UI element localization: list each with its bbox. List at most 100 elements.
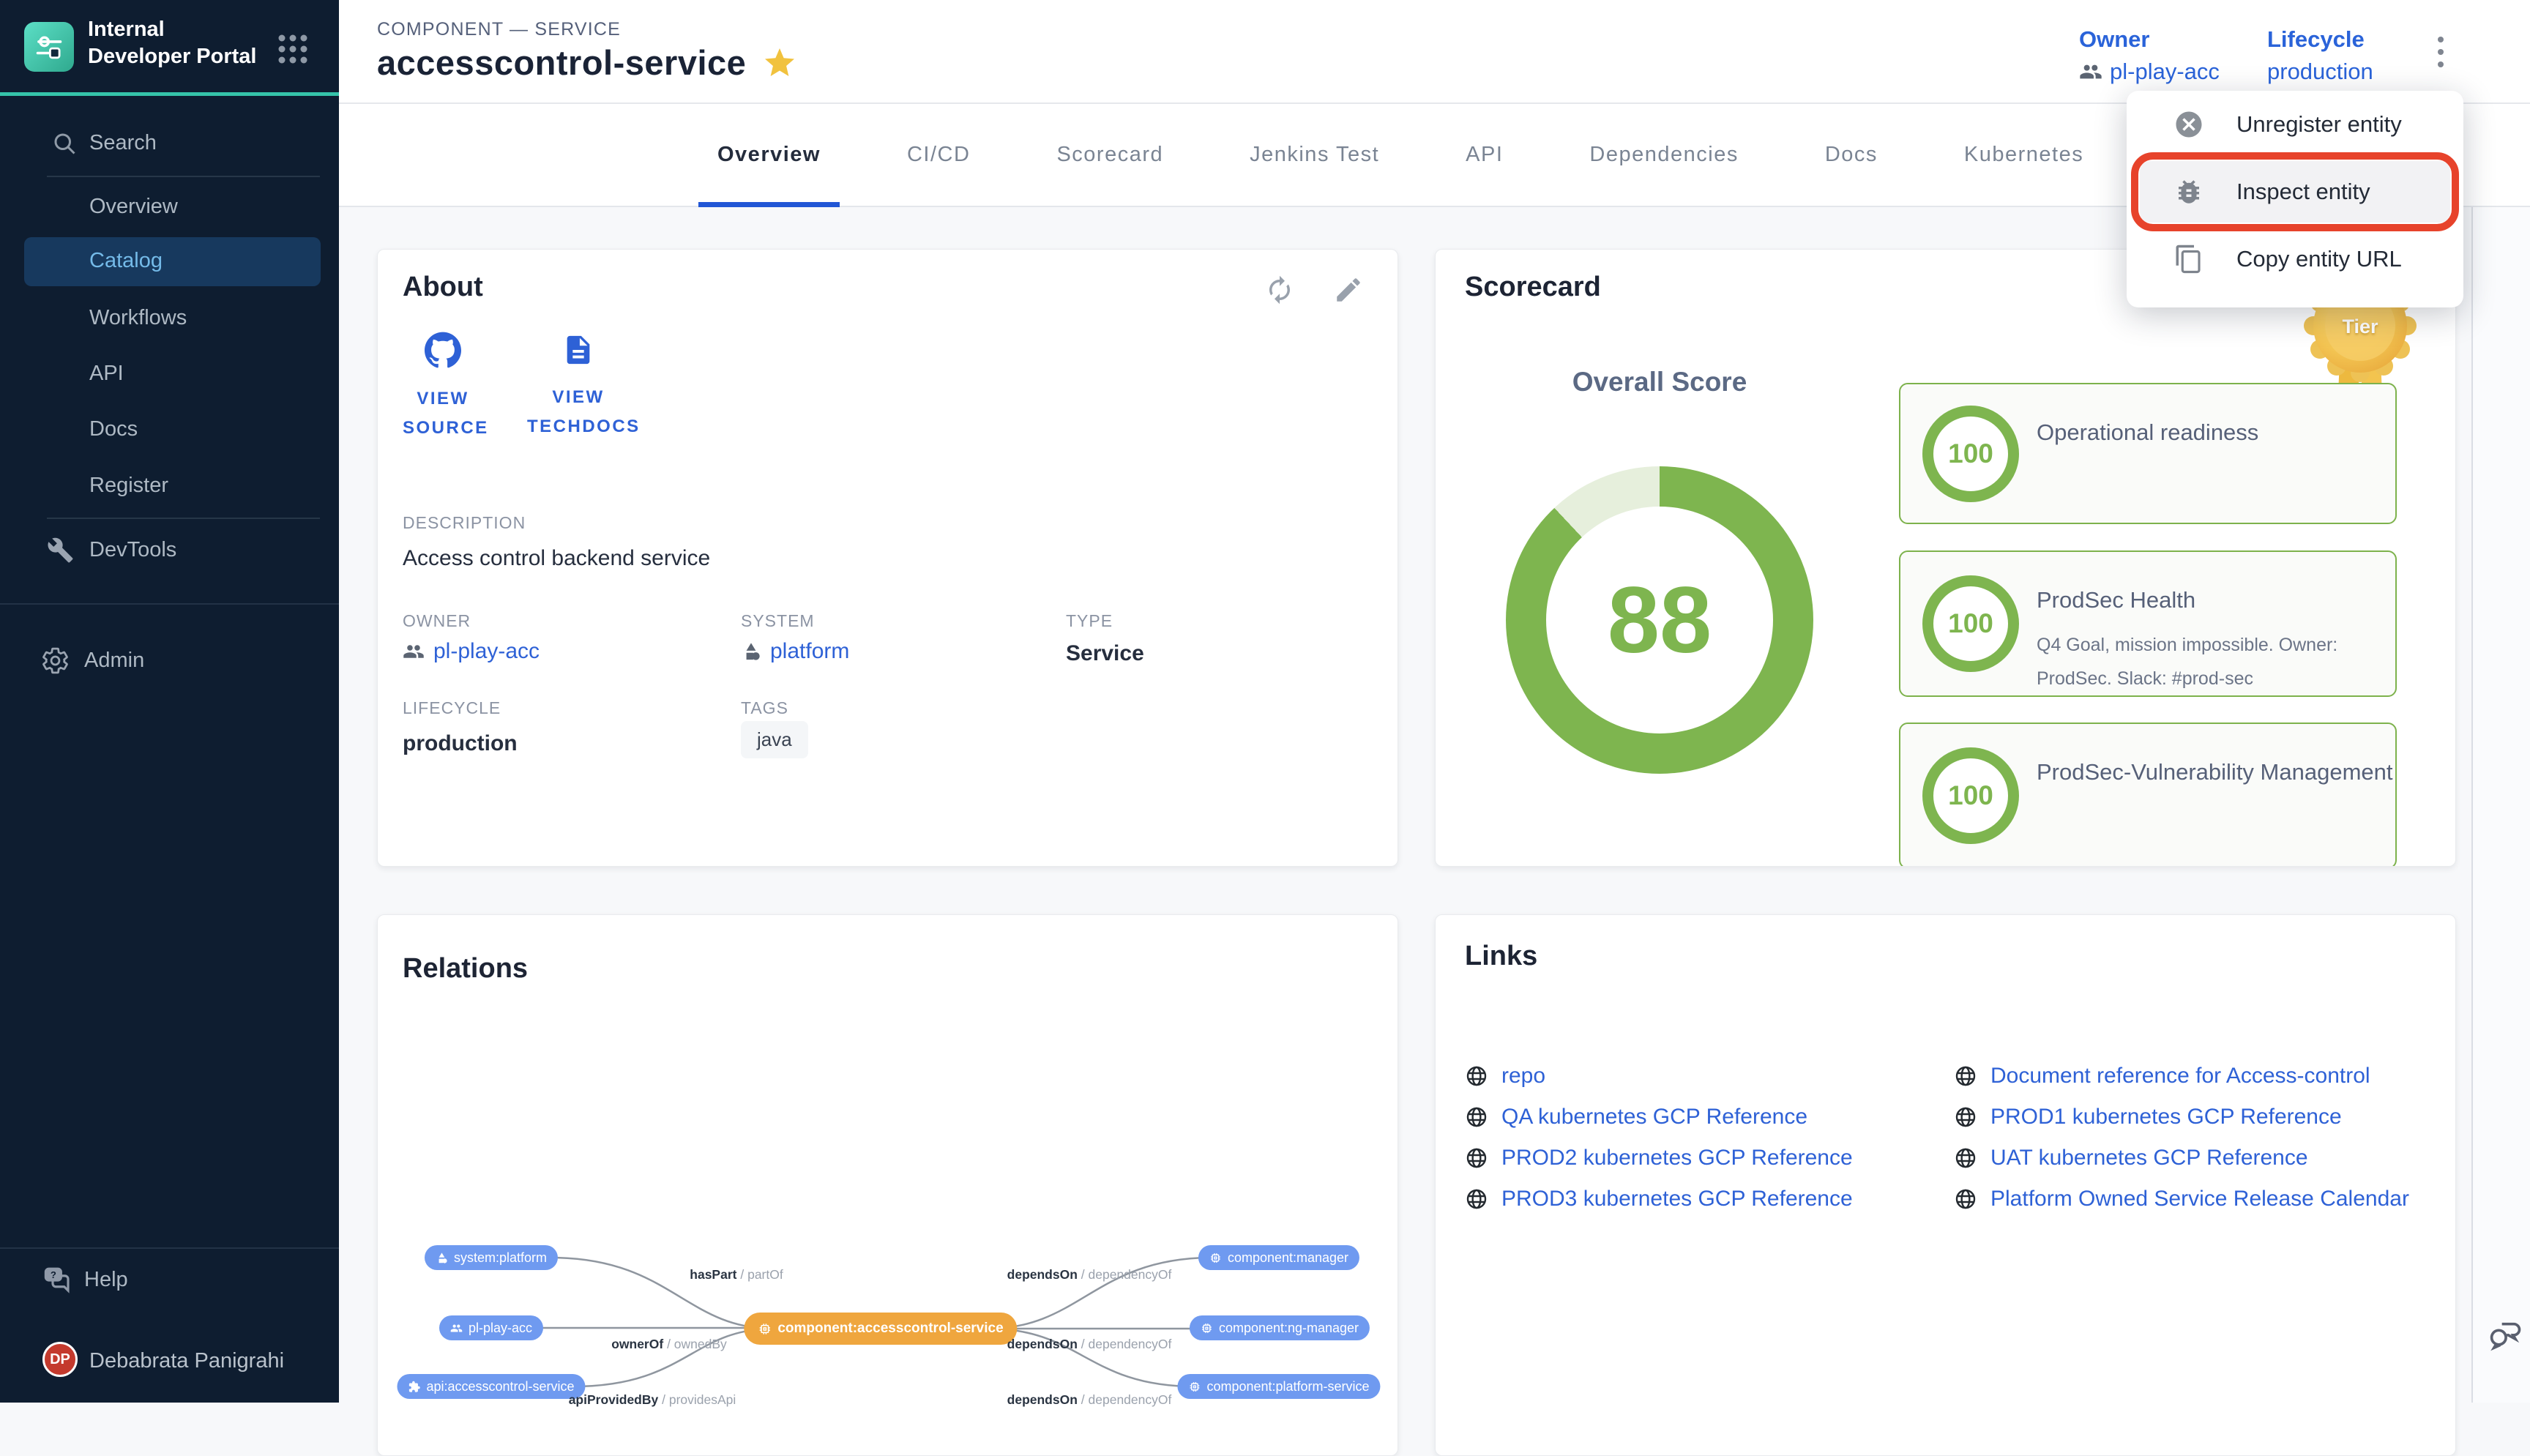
sidebar-item-workflows[interactable]: Workflows [0,294,339,343]
entity-context-menu: Unregister entity Inspect entity Copy en… [2127,91,2463,307]
sidebar: Internal Developer Portal Search Overvie… [0,0,339,1403]
tab-api[interactable]: API [1447,104,1522,206]
tab-docs[interactable]: Docs [1806,104,1897,206]
cancel-icon [2173,109,2204,140]
relations-card: Relations system:platform pl-play-acc ap… [377,914,1398,1456]
view-techdocs-label: VIEW TECHDOCS [527,383,630,441]
sidebar-item-search[interactable]: Search [0,119,339,168]
link[interactable]: PROD2 kubernetes GCP Reference [1501,1146,1853,1171]
api-icon [408,1381,420,1393]
sidebar-item-overview[interactable]: Overview [0,182,339,231]
kebab-menu-icon[interactable] [2425,37,2457,81]
avatar[interactable]: DP [42,1342,78,1377]
owner-value-link[interactable]: pl-play-acc [433,639,540,664]
link[interactable]: repo [1501,1064,1545,1089]
refresh-icon[interactable] [1264,275,1295,305]
link[interactable]: Document reference for Access-control [1990,1064,2370,1089]
sidebar-item-label: Admin [84,649,144,673]
owner-block: Owner pl-play-acc [2079,26,2220,85]
metric-title: ProdSec Health [2037,583,2373,618]
node-system-platform[interactable]: system:platform [425,1245,558,1270]
node-component-manager[interactable]: component:manager [1198,1245,1359,1270]
component-icon [1188,1381,1201,1393]
node-component-platform-service[interactable]: component:platform-service [1177,1374,1380,1399]
description-value: Access control backend service [403,546,710,571]
sidebar-item-register[interactable]: Register [0,461,339,510]
menu-item-label: Copy entity URL [2236,246,2402,272]
metric-card-operational-readiness[interactable]: 100 Operational readiness [1899,383,2397,524]
link[interactable]: Platform Owned Service Release Calendar [1990,1187,2409,1212]
system-icon [436,1252,448,1264]
metric-card-prodsec-vulnerability[interactable]: 100 ProdSec-Vulnerability Management [1899,723,2397,867]
view-source-label: VIEW SOURCE [403,384,483,443]
sidebar-item-label: API [89,362,124,386]
link[interactable]: UAT kubernetes GCP Reference [1990,1146,2308,1171]
edge-label: apiProvidedBy / providesApi [569,1392,736,1408]
view-techdocs-action[interactable]: VIEW TECHDOCS [520,333,637,441]
gear-icon [40,646,70,676]
link-item: PROD3 kubernetes GCP Reference [1465,1181,1853,1217]
component-icon [1201,1322,1213,1334]
feedback-chat-icon[interactable] [2486,1318,2524,1356]
system-icon [741,641,761,662]
breadcrumb: COMPONENT — SERVICE [377,19,621,40]
app-title: Internal Developer Portal [88,16,272,70]
sidebar-item-label: Workflows [89,306,187,330]
link[interactable]: PROD3 kubernetes GCP Reference [1501,1187,1853,1212]
tab-cicd[interactable]: CI/CD [888,104,989,206]
right-side-panel [2471,0,2530,1403]
divider [47,176,320,177]
people-icon [403,641,425,662]
edit-icon[interactable] [1333,275,1364,305]
sidebar-accent-bar [0,92,339,96]
link-item: Document reference for Access-control [1954,1059,2370,1094]
about-title: About [403,272,483,303]
tab-dependencies[interactable]: Dependencies [1570,104,1757,206]
node-component-ng-manager[interactable]: component:ng-manager [1190,1315,1370,1340]
sidebar-item-label: Register [89,474,168,498]
tier-badge-label: Tier [2302,316,2419,338]
sidebar-item-label: Docs [89,417,138,441]
metric-title: Operational readiness [2037,415,2373,450]
view-source-action[interactable]: VIEW SOURCE [392,332,494,443]
sidebar-item-docs[interactable]: Docs [0,405,339,454]
link[interactable]: QA kubernetes GCP Reference [1501,1105,1807,1130]
overall-score-label: Overall Score [1513,367,1806,397]
favorite-star-icon[interactable] [762,45,797,81]
sidebar-item-admin[interactable]: Admin [0,636,339,685]
link[interactable]: PROD1 kubernetes GCP Reference [1990,1105,2342,1130]
component-icon [758,1322,772,1336]
tab-scorecard[interactable]: Scorecard [1037,104,1182,206]
metric-score: 100 [1922,406,2019,502]
system-value-link[interactable]: platform [770,639,849,664]
link-item: Platform Owned Service Release Calendar [1954,1181,2409,1217]
tab-jenkins-test[interactable]: Jenkins Test [1231,104,1398,206]
tab-overview[interactable]: Overview [698,104,840,206]
apps-grid-icon[interactable] [276,32,310,66]
metric-score: 100 [1922,747,2019,844]
node-api-accesscontrol-service[interactable]: api:accesscontrol-service [397,1374,585,1399]
sidebar-item-label: Overview [89,195,178,219]
sidebar-item-help[interactable]: ? Help [0,1255,339,1304]
component-icon [1209,1252,1222,1264]
node-pl-play-acc[interactable]: pl-play-acc [439,1315,543,1340]
menu-item-copy-entity-url[interactable]: Copy entity URL [2127,225,2463,293]
metric-card-prodsec-health[interactable]: 100 ProdSec Health Q4 Goal, mission impo… [1899,550,2397,697]
sidebar-item-devtools[interactable]: DevTools [0,526,339,575]
metric-score: 100 [1922,575,2019,672]
menu-item-unregister-entity[interactable]: Unregister entity [2127,91,2463,158]
owner-label: Owner [2079,26,2220,53]
user-name[interactable]: Debabrata Panigrahi [89,1349,284,1373]
node-component-accesscontrol-service[interactable]: component:accesscontrol-service [744,1313,1017,1345]
sidebar-item-api[interactable]: API [0,349,339,398]
menu-item-inspect-entity[interactable]: Inspect entity [2127,158,2463,225]
sidebar-item-catalog[interactable]: Catalog [24,237,321,286]
owner-link[interactable]: pl-play-acc [2110,59,2220,85]
lifecycle-field-label: LIFECYCLE [403,698,501,718]
node-label: component:platform-service [1206,1379,1369,1395]
group-icon [450,1322,463,1334]
tag-chip[interactable]: java [741,721,808,758]
tab-kubernetes[interactable]: Kubernetes [1945,104,2102,206]
links-title: Links [1465,941,1537,972]
node-label: component:accesscontrol-service [777,1321,1003,1337]
